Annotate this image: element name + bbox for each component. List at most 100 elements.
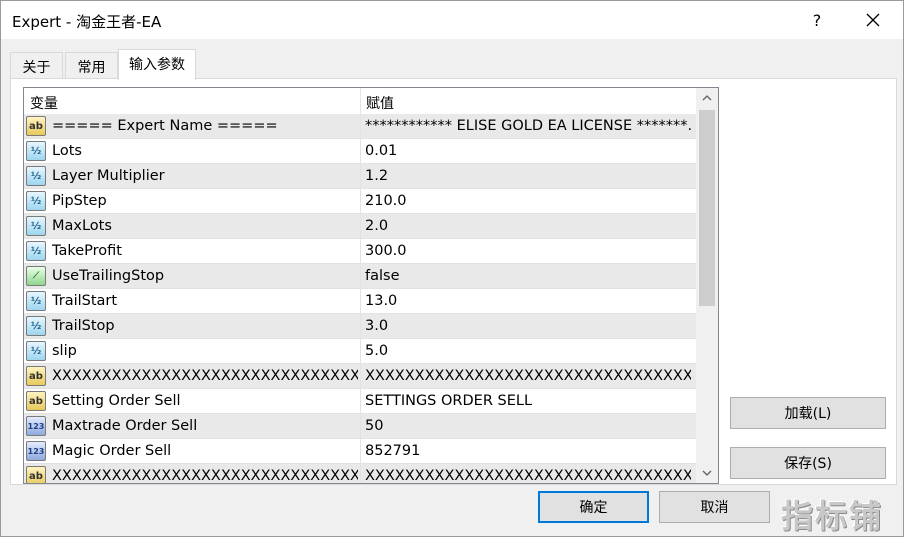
cell-divider [360,239,361,264]
cell-divider [360,389,361,414]
table-row[interactable]: ½ TrailStop 3.0 [24,314,696,339]
chevron-down-icon [702,470,712,476]
cell-divider [360,214,361,239]
watermark-logo: 指标铺 [781,497,884,535]
table-row[interactable]: ½ Layer Multiplier 1.2 [24,164,696,189]
ok-button-label: 确定 [579,500,608,516]
table-row[interactable]: 123 Magic Order Sell 852791 [24,439,696,464]
parameter-name: slip [52,343,77,359]
table-row[interactable]: ½ TrailStart 13.0 [24,289,696,314]
tab-common[interactable]: 常用 [65,52,118,79]
grid-header: 变量 赋值 [24,88,696,114]
parameter-value[interactable]: 13.0 [365,293,691,309]
parameter-name: Maxtrade Order Sell [52,418,198,434]
cell-divider [360,264,361,289]
parameter-value[interactable]: 852791 [365,443,691,459]
parameter-value[interactable]: SETTINGS ORDER SELL [365,393,691,409]
vertical-scrollbar[interactable] [696,88,718,483]
table-row[interactable]: ab XXXXXXXXXXXXXXXXXXXXXXXXXXXXXXX... XXXX… [24,464,696,484]
bool-type-icon: ⟋ [26,266,46,286]
cell-divider [360,439,361,464]
ok-button[interactable]: 确定 [538,491,649,523]
cancel-button[interactable]: 取消 [659,491,770,523]
parameter-name: UseTrailingStop [52,268,165,284]
parameter-value[interactable]: XXXXXXXXXXXXXXXXXXXXXXXXXXXXXXXXXX [365,368,691,384]
tab-about[interactable]: 关于 [10,52,63,79]
parameter-value[interactable]: 2.0 [365,218,691,234]
cell-divider [360,139,361,164]
double-type-icon: ½ [26,341,46,361]
close-button[interactable] [851,3,895,37]
string-type-icon: ab [26,116,46,136]
tab-inputs[interactable]: 输入参数 [118,49,196,80]
double-type-icon: ½ [26,291,46,311]
cell-divider [360,114,361,139]
parameter-value[interactable]: 3.0 [365,318,691,334]
table-row[interactable]: ½ Lots 0.01 [24,139,696,164]
table-row[interactable]: ⟋ UseTrailingStop false [24,264,696,289]
title-bar[interactable]: Expert - 淘金王者-EA ? [1,1,903,39]
parameter-value[interactable]: 1.2 [365,168,691,184]
table-row[interactable]: 123 Maxtrade Order Sell 50 [24,414,696,439]
parameter-name: Magic Order Sell [52,443,172,459]
help-icon: ? [812,10,822,30]
parameter-value[interactable]: 210.0 [365,193,691,209]
string-type-icon: ab [26,391,46,411]
table-row[interactable]: ½ MaxLots 2.0 [24,214,696,239]
parameter-value[interactable]: 300.0 [365,243,691,259]
parameter-name: XXXXXXXXXXXXXXXXXXXXXXXXXXXXXXX... [52,368,358,384]
close-icon [866,13,880,27]
scrollbar-thumb[interactable] [699,110,715,306]
parameter-value[interactable]: ************ ELISE GOLD EA LICENSE *****… [365,118,691,134]
table-row[interactable]: ab Setting Order Sell SETTINGS ORDER SELL [24,389,696,414]
load-button[interactable]: 加载(L) [730,397,886,429]
column-divider[interactable] [360,88,361,114]
table-row[interactable]: ½ PipStep 210.0 [24,189,696,214]
cell-divider [360,289,361,314]
parameter-value[interactable]: 0.01 [365,143,691,159]
cell-divider [360,189,361,214]
parameter-value[interactable]: 50 [365,418,691,434]
parameter-name: PipStep [52,193,107,209]
scroll-down-button[interactable] [696,463,718,483]
parameter-value[interactable]: 5.0 [365,343,691,359]
integer-type-icon: 123 [26,441,46,461]
parameter-value[interactable]: XXXXXXXXXXXXXXXXXXXXXXXXXXXXXXXXXX [365,468,691,483]
cell-divider [360,314,361,339]
chevron-up-icon [702,95,712,101]
load-button-label: 加载(L) [784,406,832,422]
double-type-icon: ½ [26,141,46,161]
parameter-value[interactable]: false [365,268,691,284]
tab-common-label: 常用 [77,60,106,76]
parameter-name: MaxLots [52,218,112,234]
scroll-up-button[interactable] [696,88,718,108]
cell-divider [360,414,361,439]
save-button-label: 保存(S) [784,456,832,472]
cell-divider [360,339,361,364]
parameter-name: XXXXXXXXXXXXXXXXXXXXXXXXXXXXXXX... [52,468,358,484]
string-type-icon: ab [26,366,46,386]
help-button[interactable]: ? [797,3,837,37]
table-row[interactable]: ab ===== Expert Name ===== ************ EL… [24,114,696,139]
table-row[interactable]: ab XXXXXXXXXXXXXXXXXXXXXXXXXXXXXXX... XXXX… [24,364,696,389]
cell-divider [360,164,361,189]
grid-rows: ab ===== Expert Name ===== ************ EL… [24,114,696,484]
double-type-icon: ½ [26,241,46,261]
table-row[interactable]: ½ TakeProfit 300.0 [24,239,696,264]
parameter-name: TakeProfit [52,243,122,259]
integer-type-icon: 123 [26,416,46,436]
tab-inputs-label: 输入参数 [129,57,185,73]
double-type-icon: ½ [26,191,46,211]
inputs-grid[interactable]: 变量 赋值 ab ===== Expert Name ===== *********… [23,87,719,484]
table-row[interactable]: ½ slip 5.0 [24,339,696,364]
parameter-name: Setting Order Sell [52,393,181,409]
cell-divider [360,464,361,483]
double-type-icon: ½ [26,216,46,236]
parameter-name: ===== Expert Name ===== [52,118,278,134]
double-type-icon: ½ [26,166,46,186]
column-header-variable[interactable]: 变量 [30,93,58,113]
tab-about-label: 关于 [22,60,51,76]
save-button[interactable]: 保存(S) [730,447,886,479]
column-header-value[interactable]: 赋值 [366,93,394,113]
window-title: Expert - 淘金王者-EA [12,13,162,31]
